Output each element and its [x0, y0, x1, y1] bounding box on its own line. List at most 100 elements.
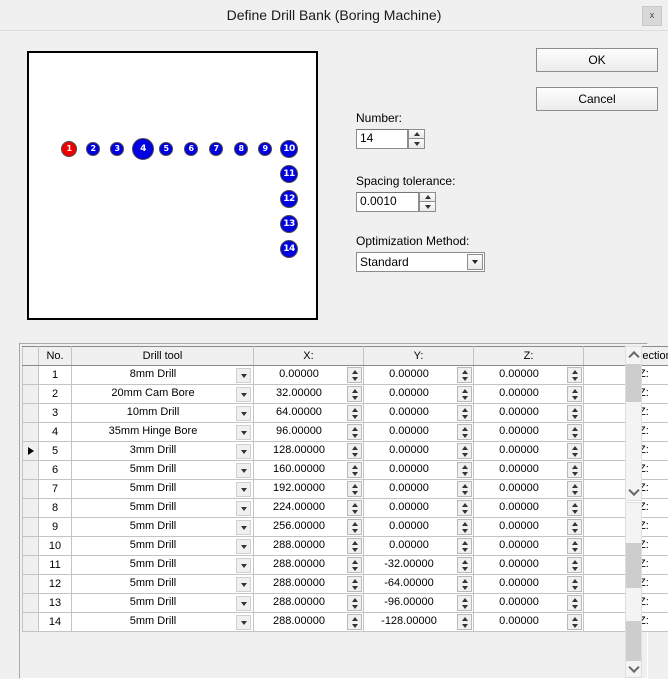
table-scrollbar-inner[interactable] — [625, 346, 642, 501]
cell-x-spinner[interactable] — [347, 462, 362, 478]
cell-z-spinner-down[interactable] — [568, 375, 581, 382]
drill-node-9[interactable]: 9 — [258, 142, 272, 156]
cell-y[interactable]: 0.00000 — [364, 537, 474, 556]
cell-x-spinner-down[interactable] — [348, 527, 361, 534]
cell-y[interactable]: -32.00000 — [364, 556, 474, 575]
cell-x-spinner-down[interactable] — [348, 584, 361, 591]
cell-z[interactable]: 0.00000 — [474, 404, 584, 423]
drill-node-1[interactable]: 1 — [61, 141, 77, 157]
row-selector[interactable] — [23, 518, 39, 537]
cell-drill-tool[interactable]: 5mm Drill — [72, 499, 254, 518]
cell-x-spinner-down[interactable] — [348, 489, 361, 496]
table-row[interactable]: 310mm Drill64.000000.000000.00000- Z: — [23, 404, 668, 423]
cell-z-spinner[interactable] — [567, 424, 582, 440]
cell-z[interactable]: 0.00000 — [474, 537, 584, 556]
chevron-down-icon[interactable] — [236, 615, 251, 630]
cell-y-spinner-up[interactable] — [458, 387, 471, 394]
table-row[interactable]: 145mm Drill288.00000-128.000000.00000- Z… — [23, 613, 668, 632]
scroll-down-button-outer[interactable] — [626, 661, 641, 677]
cell-x[interactable]: 288.00000 — [254, 556, 364, 575]
cell-y-spinner[interactable] — [457, 367, 472, 383]
cell-y-spinner[interactable] — [457, 576, 472, 592]
cell-x-spinner[interactable] — [347, 386, 362, 402]
cell-x-spinner-up[interactable] — [348, 596, 361, 603]
row-selector[interactable] — [23, 442, 39, 461]
number-spinner[interactable] — [408, 129, 425, 149]
drill-table[interactable]: No. Drill tool X: Y: Z: Direction 18mm D… — [22, 346, 668, 632]
header-drill-tool[interactable]: Drill tool — [72, 347, 254, 366]
cell-z-spinner[interactable] — [567, 538, 582, 554]
cell-z-spinner-down[interactable] — [568, 584, 581, 591]
cell-x-spinner-down[interactable] — [348, 451, 361, 458]
cancel-button[interactable]: Cancel — [536, 87, 658, 111]
table-row[interactable]: 435mm Hinge Bore96.000000.000000.00000- … — [23, 423, 668, 442]
cell-y-spinner[interactable] — [457, 614, 472, 630]
cell-x-spinner-down[interactable] — [348, 546, 361, 553]
cell-y-spinner[interactable] — [457, 462, 472, 478]
cell-y-spinner-down[interactable] — [458, 603, 471, 610]
cell-x-spinner[interactable] — [347, 405, 362, 421]
row-selector[interactable] — [23, 404, 39, 423]
cell-x-spinner-up[interactable] — [348, 368, 361, 375]
cell-x-spinner-up[interactable] — [348, 520, 361, 527]
cell-x-spinner-up[interactable] — [348, 425, 361, 432]
cell-z-spinner-up[interactable] — [568, 596, 581, 603]
scroll-thumb-outer-a[interactable] — [626, 543, 641, 588]
cell-z-spinner-down[interactable] — [568, 508, 581, 515]
cell-z-spinner-down[interactable] — [568, 432, 581, 439]
cell-y[interactable]: 0.00000 — [364, 423, 474, 442]
cell-z-spinner-up[interactable] — [568, 539, 581, 546]
cell-z-spinner-down[interactable] — [568, 489, 581, 496]
cell-drill-tool[interactable]: 5mm Drill — [72, 594, 254, 613]
scroll-up-button-inner[interactable] — [626, 347, 641, 363]
chevron-down-icon[interactable] — [236, 444, 251, 459]
cell-drill-tool[interactable]: 20mm Cam Bore — [72, 385, 254, 404]
cell-x-spinner[interactable] — [347, 500, 362, 516]
chevron-down-icon[interactable] — [467, 254, 483, 270]
cell-x-spinner-up[interactable] — [348, 539, 361, 546]
cell-z-spinner[interactable] — [567, 443, 582, 459]
cell-z[interactable]: 0.00000 — [474, 366, 584, 385]
cell-x-spinner-up[interactable] — [348, 463, 361, 470]
cell-y-spinner-up[interactable] — [458, 596, 471, 603]
spacing-tolerance-input[interactable]: 0.0010 — [356, 192, 419, 212]
drill-node-4[interactable]: 4 — [132, 138, 154, 160]
table-row[interactable]: 125mm Drill288.00000-64.000000.00000- Z: — [23, 575, 668, 594]
table-row[interactable]: 115mm Drill288.00000-32.000000.00000- Z: — [23, 556, 668, 575]
cell-y-spinner-up[interactable] — [458, 520, 471, 527]
cell-y[interactable]: 0.00000 — [364, 518, 474, 537]
cell-y-spinner-down[interactable] — [458, 375, 471, 382]
cell-y[interactable]: -128.00000 — [364, 613, 474, 632]
cell-x-spinner-up[interactable] — [348, 577, 361, 584]
number-spinner-up[interactable] — [408, 129, 425, 139]
cell-z-spinner[interactable] — [567, 462, 582, 478]
cell-x-spinner-up[interactable] — [348, 444, 361, 451]
cell-x-spinner-down[interactable] — [348, 413, 361, 420]
cell-z-spinner-up[interactable] — [568, 368, 581, 375]
cell-x-spinner-down[interactable] — [348, 565, 361, 572]
drill-node-7[interactable]: 7 — [209, 142, 223, 156]
cell-z-spinner[interactable] — [567, 481, 582, 497]
cell-z-spinner-up[interactable] — [568, 577, 581, 584]
drill-node-13[interactable]: 13 — [280, 215, 298, 233]
cell-y[interactable]: 0.00000 — [364, 499, 474, 518]
cell-z[interactable]: 0.00000 — [474, 480, 584, 499]
scroll-thumb-outer-b[interactable] — [626, 621, 641, 663]
cell-z-spinner[interactable] — [567, 519, 582, 535]
cell-x-spinner-down[interactable] — [348, 432, 361, 439]
drill-node-11[interactable]: 11 — [280, 165, 298, 183]
table-row[interactable]: 220mm Cam Bore32.000000.000000.00000- Z: — [23, 385, 668, 404]
cell-z-spinner-up[interactable] — [568, 520, 581, 527]
row-selector[interactable] — [23, 423, 39, 442]
cell-x[interactable]: 192.00000 — [254, 480, 364, 499]
cell-x[interactable]: 288.00000 — [254, 537, 364, 556]
chevron-down-icon[interactable] — [236, 596, 251, 611]
cell-z-spinner[interactable] — [567, 405, 582, 421]
row-selector[interactable] — [23, 480, 39, 499]
cell-y-spinner-down[interactable] — [458, 451, 471, 458]
cell-x-spinner[interactable] — [347, 538, 362, 554]
drill-node-5[interactable]: 5 — [159, 142, 173, 156]
cell-x-spinner-up[interactable] — [348, 501, 361, 508]
cell-z-spinner[interactable] — [567, 576, 582, 592]
cell-drill-tool[interactable]: 5mm Drill — [72, 556, 254, 575]
